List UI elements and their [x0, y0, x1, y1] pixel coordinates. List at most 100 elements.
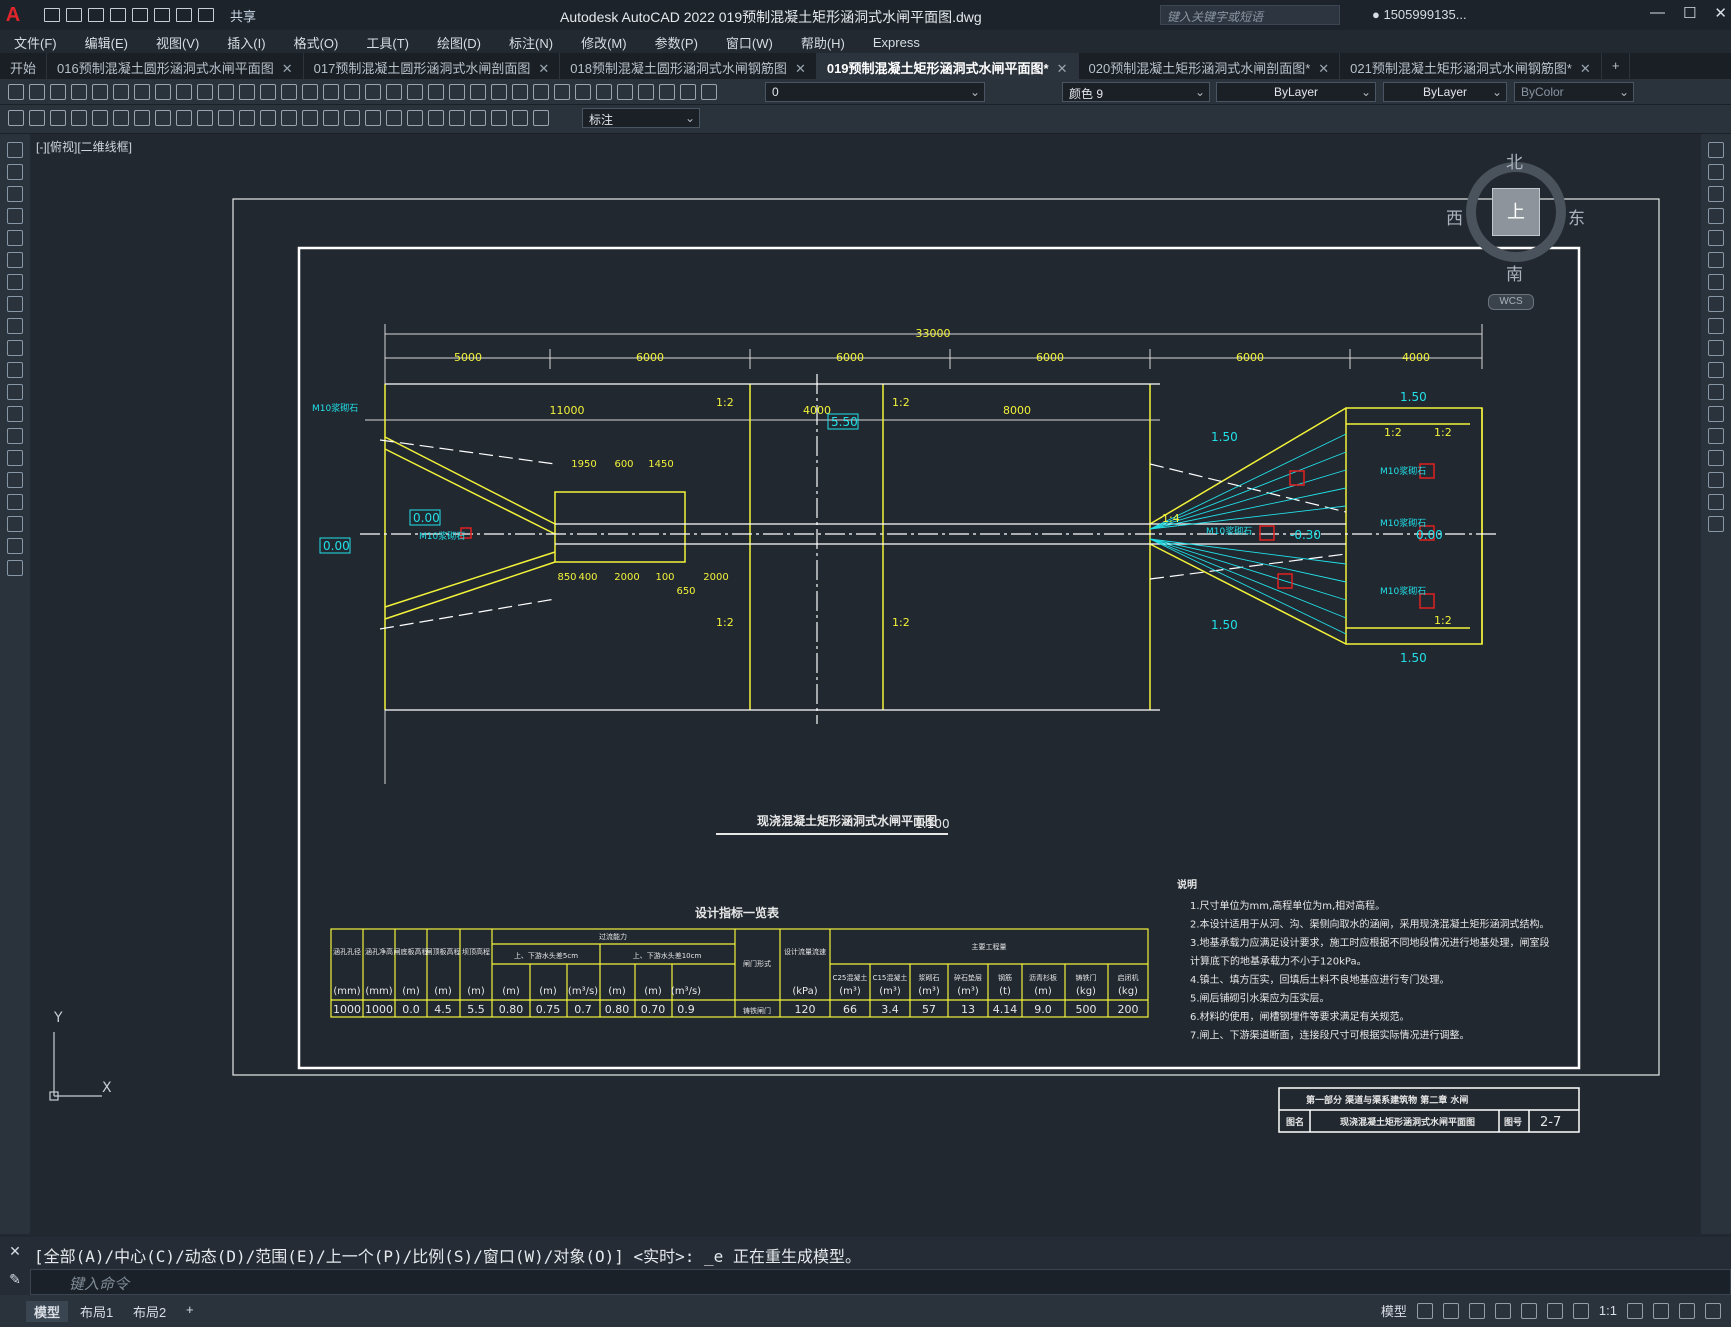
draw-tool-icon[interactable]: [7, 494, 23, 510]
close-tab-icon[interactable]: ✕: [538, 61, 549, 76]
close-tab-icon[interactable]: ✕: [1580, 61, 1591, 76]
menu-item[interactable]: 文件(F): [0, 33, 71, 52]
close-tab-icon[interactable]: ✕: [1318, 61, 1329, 76]
close-tab-icon[interactable]: ✕: [282, 61, 293, 76]
menu-item[interactable]: 视图(V): [142, 33, 213, 52]
dimension-tool-icon[interactable]: [239, 110, 255, 126]
tab-layout1[interactable]: 布局1: [72, 1301, 121, 1322]
dimension-tool-icon[interactable]: [470, 110, 486, 126]
modify-tool-icon[interactable]: [1708, 450, 1724, 466]
tool-button-icon[interactable]: [92, 84, 108, 100]
draw-tool-icon[interactable]: [7, 538, 23, 554]
dimension-tool-icon[interactable]: [449, 110, 465, 126]
new-file-icon[interactable]: [44, 8, 60, 22]
tool-button-icon[interactable]: [365, 84, 381, 100]
dimension-tool-icon[interactable]: [8, 110, 24, 126]
document-tab[interactable]: 019预制混凝土矩形涵洞式水闸平面图* ✕: [816, 53, 1079, 79]
osnap-icon[interactable]: [1520, 1302, 1537, 1319]
draw-tool-icon[interactable]: [7, 296, 23, 312]
compass-west[interactable]: 西: [1446, 204, 1463, 229]
web-save-icon[interactable]: [132, 8, 148, 22]
dimension-tool-icon[interactable]: [197, 110, 213, 126]
draw-tool-icon[interactable]: [7, 340, 23, 356]
draw-tool-icon[interactable]: [7, 252, 23, 268]
draw-tool-icon[interactable]: [7, 450, 23, 466]
snap-icon[interactable]: [1442, 1302, 1459, 1319]
tool-button-icon[interactable]: [554, 84, 570, 100]
modify-tool-icon[interactable]: [1708, 208, 1724, 224]
tool-button-icon[interactable]: [71, 84, 87, 100]
menu-item[interactable]: 格式(O): [280, 33, 353, 52]
tab-layout2[interactable]: 布局2: [125, 1301, 174, 1322]
tool-button-icon[interactable]: [386, 84, 402, 100]
tool-button-icon[interactable]: [155, 84, 171, 100]
dimension-tool-icon[interactable]: [134, 110, 150, 126]
tool-button-icon[interactable]: [533, 84, 549, 100]
tool-button-icon[interactable]: [302, 84, 318, 100]
menu-item[interactable]: 绘图(D): [423, 33, 495, 52]
command-input[interactable]: 键入命令: [30, 1269, 1731, 1295]
customize-icon[interactable]: [1705, 1302, 1721, 1319]
tool-button-icon[interactable]: [218, 84, 234, 100]
draw-tool-icon[interactable]: [7, 230, 23, 246]
menu-item[interactable]: 参数(P): [641, 33, 712, 52]
tool-button-icon[interactable]: [491, 84, 507, 100]
document-tab[interactable]: 017预制混凝土圆形涵洞式水闸剖面图 ✕: [304, 53, 561, 79]
modify-tool-icon[interactable]: [1708, 186, 1724, 202]
document-tab[interactable]: 021预制混凝土矩形涵洞式水闸钢筋图* ✕: [1340, 53, 1602, 79]
draw-tool-icon[interactable]: [7, 318, 23, 334]
menu-item[interactable]: 插入(I): [213, 33, 279, 52]
compass-north[interactable]: 北: [1506, 148, 1523, 173]
user-account[interactable]: ● 1505999135...: [1372, 7, 1467, 22]
dimension-tool-icon[interactable]: [512, 110, 528, 126]
modify-tool-icon[interactable]: [1708, 362, 1724, 378]
draw-tool-icon[interactable]: [7, 516, 23, 532]
dimension-tool-icon[interactable]: [113, 110, 129, 126]
redo-icon[interactable]: [198, 8, 214, 22]
dimension-tool-icon[interactable]: [323, 110, 339, 126]
compass-south[interactable]: 南: [1506, 260, 1523, 285]
search-input[interactable]: 键入关键字或短语: [1160, 5, 1340, 25]
draw-tool-icon[interactable]: [7, 406, 23, 422]
tab-model[interactable]: 模型: [26, 1301, 69, 1322]
tool-button-icon[interactable]: [407, 84, 423, 100]
dimension-tool-icon[interactable]: [260, 110, 276, 126]
dimension-tool-icon[interactable]: [218, 110, 234, 126]
modify-tool-icon[interactable]: [1708, 472, 1724, 488]
tool-button-icon[interactable]: [575, 84, 591, 100]
modify-tool-icon[interactable]: [1708, 406, 1724, 422]
lineweight-icon[interactable]: [1546, 1302, 1563, 1319]
drawing-canvas[interactable]: [-][俯视][二维线框] 33000 5000 6000 6000 6000 …: [30, 134, 1701, 1234]
viewcube[interactable]: 上 北 南 西 东 WCS: [1446, 144, 1598, 310]
dimension-tool-icon[interactable]: [302, 110, 318, 126]
share-button[interactable]: 共享: [230, 6, 256, 25]
tool-button-icon[interactable]: [428, 84, 444, 100]
modify-tool-icon[interactable]: [1708, 164, 1724, 180]
menu-item[interactable]: 工具(T): [352, 33, 423, 52]
save-as-icon[interactable]: [110, 8, 126, 22]
menu-item[interactable]: 窗口(W): [712, 33, 787, 52]
tool-button-icon[interactable]: [176, 84, 192, 100]
layer-combo[interactable]: 0 ⌄: [765, 82, 985, 102]
draw-tool-icon[interactable]: [7, 560, 23, 576]
menu-item[interactable]: 帮助(H): [787, 33, 859, 52]
tool-button-icon[interactable]: [197, 84, 213, 100]
color-combo[interactable]: 颜色 9 ⌄: [1062, 82, 1210, 102]
minimize-icon[interactable]: —: [1650, 4, 1665, 22]
dimension-tool-icon[interactable]: [386, 110, 402, 126]
document-tab[interactable]: 016预制混凝土圆形涵洞式水闸平面图 ✕: [47, 53, 304, 79]
modify-tool-icon[interactable]: [1708, 516, 1724, 532]
dimension-tool-icon[interactable]: [344, 110, 360, 126]
close-icon[interactable]: ✕: [0, 1237, 30, 1265]
document-tab[interactable]: 018预制混凝土圆形涵洞式水闸钢筋图 ✕: [560, 53, 817, 79]
add-layout-button[interactable]: +: [178, 1301, 202, 1318]
tool-button-icon[interactable]: [596, 84, 612, 100]
dimension-tool-icon[interactable]: [407, 110, 423, 126]
polar-icon[interactable]: [1494, 1302, 1511, 1319]
viewcube-top-face[interactable]: 上: [1492, 188, 1540, 236]
new-tab-button[interactable]: +: [1602, 53, 1631, 79]
lineweight-combo[interactable]: ByLayer ⌄: [1383, 82, 1507, 102]
document-tab[interactable]: 开始: [0, 53, 48, 79]
model-space-toggle[interactable]: 模型: [1381, 1301, 1407, 1320]
wcs-menu[interactable]: WCS: [1488, 294, 1534, 310]
